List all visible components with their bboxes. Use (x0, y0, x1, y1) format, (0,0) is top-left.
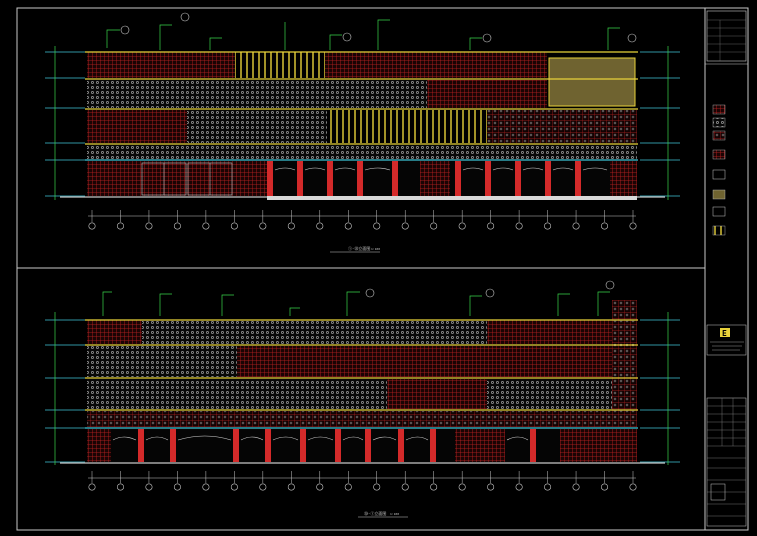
legend-swatch-6 (712, 189, 726, 200)
upper-band-1-stripes (235, 52, 325, 78)
grid-axis-bubble (173, 483, 181, 491)
grid-axis-bubble (401, 483, 409, 491)
grid-axis-bubble (259, 222, 267, 230)
grid-axis-bubble (116, 222, 124, 230)
grid-axis-bubble (316, 483, 324, 491)
logo-caption-lines (710, 341, 744, 351)
grid-axis-bubble (259, 483, 267, 491)
grid-axis-bubble (515, 222, 523, 230)
upper-callout-circles (120, 12, 637, 43)
grid-axis-bubble (202, 222, 210, 230)
lower-band-2-dots (87, 346, 237, 377)
upper-elevation: ①-⑳立面图 1:100 (45, 12, 680, 253)
upper-band-1-panel (548, 57, 636, 107)
upper-band-1-red (87, 52, 235, 78)
material-legend (712, 104, 726, 236)
grid-axis-bubble (487, 483, 495, 491)
legend-swatch-3 (712, 130, 726, 141)
grid-axis-bubble (88, 222, 96, 230)
legend-swatch-1 (712, 104, 726, 115)
legend-swatch-7 (712, 206, 726, 217)
drawing-sheet: ①-⑳立面图 1:100 ⑳-①立面图 1:100 Ε (16, 7, 749, 531)
lower-arcade (87, 429, 637, 462)
grid-axis-bubble (145, 222, 153, 230)
legend-swatch-2 (712, 117, 726, 128)
grid-axis-bubble (287, 483, 295, 491)
legend-swatch-8 (712, 225, 726, 236)
grid-axis-bubble (601, 483, 609, 491)
title-block: Ε (705, 10, 748, 527)
grid-axis-bubble (344, 483, 352, 491)
upper-band-3-red (87, 110, 187, 143)
upper-band-4-dots (87, 145, 637, 159)
lower-left-level-marks (45, 312, 85, 465)
lower-band-1-red-a (87, 320, 142, 344)
upper-elevation-scale: 1:100 (371, 247, 380, 251)
grid-axis-bubble (458, 483, 466, 491)
grid-axis-bubble (572, 483, 580, 491)
grid-axis-bubble (145, 483, 153, 491)
upper-storefront-left (87, 161, 267, 196)
grid-axis-bubble (344, 222, 352, 230)
grid-axis-bubble (202, 483, 210, 491)
grid-axis-bubble (401, 222, 409, 230)
lower-callouts (102, 291, 610, 316)
lower-callout-circles (365, 280, 615, 298)
grid-axis-bubble (629, 222, 637, 230)
lower-band-4-mix (87, 411, 637, 427)
legend-swatch-5 (712, 169, 726, 180)
title-block-table (706, 397, 747, 527)
grid-axis-bubble (458, 222, 466, 230)
grid-axis-bubble (316, 222, 324, 230)
lower-band-3-dots (87, 379, 387, 409)
lower-elevation-title: ⑳-①立面图 (364, 510, 386, 516)
grid-axis-bubble (544, 483, 552, 491)
upper-elevation-title: ①-⑳立面图 (348, 245, 370, 251)
upper-band-3-mix (487, 110, 637, 143)
grid-axis-bubble (430, 483, 438, 491)
lower-right-level-marks (640, 312, 680, 465)
grid-axis-bubble (601, 222, 609, 230)
upper-right-level-marks (640, 46, 680, 200)
grid-axis-bubble (88, 483, 96, 491)
upper-callouts (106, 19, 620, 50)
upper-band-3-dots (187, 110, 327, 143)
lower-grid-axis (88, 471, 637, 491)
grid-axis-bubble (430, 222, 438, 230)
legend-swatch-4 (712, 149, 726, 160)
upper-band-2-red (427, 80, 547, 108)
grid-axis-bubble (373, 222, 381, 230)
grid-axis-bubble (116, 483, 124, 491)
upper-left-level-marks (45, 46, 85, 200)
grid-axis-bubble (373, 483, 381, 491)
company-logo-glyph: Ε (722, 329, 727, 338)
grid-axis-bubble (173, 222, 181, 230)
lower-band-1-dots (142, 320, 487, 344)
grid-axis-bubble (287, 222, 295, 230)
grid-axis-bubble (572, 222, 580, 230)
upper-band-1-red-b (325, 52, 547, 78)
lower-side-strip (612, 300, 637, 427)
upper-band-2-dots (87, 80, 427, 108)
grid-axis-bubble (487, 222, 495, 230)
grid-axis-bubble (515, 483, 523, 491)
upper-plinth (267, 196, 637, 200)
grid-axis-bubble (629, 483, 637, 491)
grid-axis-bubble (230, 222, 238, 230)
title-block-table-lines (707, 398, 746, 517)
lower-band-2-red (237, 346, 637, 377)
grid-axis-bubble (230, 483, 238, 491)
grid-axis-bubble (544, 222, 552, 230)
title-block-header-lines (707, 19, 746, 61)
lower-elevation: ⑳-①立面图 1:100 (45, 280, 680, 518)
lower-elevation-scale: 1:100 (390, 512, 399, 516)
upper-arcade (267, 161, 637, 196)
upper-grid-axis (88, 210, 637, 230)
lower-band-3-red (387, 379, 487, 409)
upper-band-3-stripes (327, 110, 487, 143)
